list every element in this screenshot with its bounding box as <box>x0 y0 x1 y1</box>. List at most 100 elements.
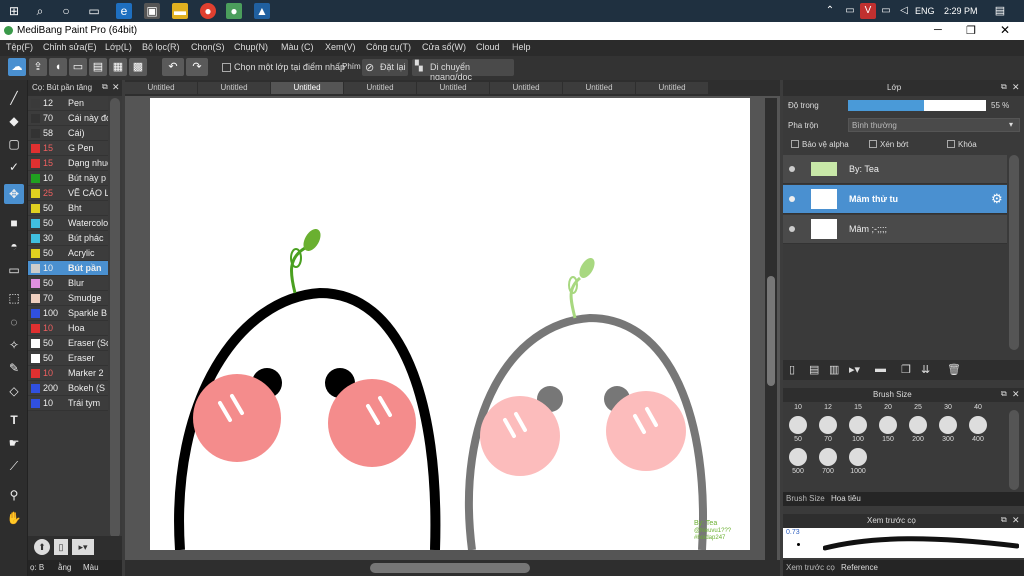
brush-tool-icon[interactable]: ╱ <box>4 88 24 108</box>
menu-tools[interactable]: Công cụ(T) <box>366 42 411 52</box>
close-button[interactable]: ✕ <box>1000 23 1010 37</box>
document-tab[interactable]: Untitled <box>636 82 708 94</box>
document-tab-active[interactable]: Untitled <box>271 82 343 94</box>
move-tool-icon[interactable]: ✥ <box>4 184 24 204</box>
brush-size-preset[interactable] <box>789 416 807 434</box>
brush-item[interactable]: 70 Cái này đó <box>28 111 108 126</box>
store-icon[interactable]: ▣ <box>144 3 160 19</box>
horizontal-scroll-thumb[interactable] <box>370 563 530 573</box>
brush-size-preset[interactable] <box>879 416 897 434</box>
text-tool-icon[interactable]: T <box>4 410 24 430</box>
brush-item[interactable]: 50 Eraser (Sc <box>28 336 108 351</box>
volume-icon[interactable]: ◁ <box>896 3 912 19</box>
brush-size-label[interactable]: 40 <box>963 404 993 411</box>
brush-size-label[interactable]: 10 <box>783 404 813 411</box>
panel-close-icon[interactable]: ✕ <box>1012 82 1020 93</box>
eyedropper-icon[interactable]: ⚲ <box>4 485 24 505</box>
tab-brush-preview[interactable]: Xem trước cọ <box>786 563 835 572</box>
duplicate-layer-icon[interactable]: ❐ <box>901 363 911 376</box>
mosaic-icon[interactable]: ▩ <box>129 58 147 76</box>
chrome-icon[interactable]: ● <box>200 3 216 19</box>
brush-item[interactable]: 100 Sparkle B <box>28 306 108 321</box>
brush-item[interactable]: 15 Dạng nhuộm <box>28 156 108 171</box>
brush-item[interactable]: 58 Cái) <box>28 126 108 141</box>
visibility-icon[interactable] <box>789 226 795 232</box>
panel-close-icon[interactable]: ✕ <box>1012 515 1020 526</box>
brush-size-preset[interactable] <box>819 416 837 434</box>
fill-rect-tool-icon[interactable]: ■ <box>4 213 24 233</box>
minimize-button[interactable]: ─ <box>934 24 942 36</box>
document-icon[interactable]: ▤ <box>89 58 107 76</box>
brush-size-preset[interactable] <box>849 448 867 466</box>
select-layer-checkbox[interactable] <box>222 63 231 72</box>
undo-button[interactable]: ↶ <box>162 58 184 76</box>
brush-item[interactable]: 12 Pen <box>28 96 108 111</box>
brush-item[interactable]: 30 Bút phác <box>28 231 108 246</box>
gear-icon[interactable]: ⚙ <box>991 191 1003 207</box>
menu-color[interactable]: Màu (C) <box>281 42 314 52</box>
blend-mode-select[interactable]: Bình thường ▾ <box>848 118 1020 132</box>
layer-options-icon[interactable]: ▸▾ <box>849 363 860 376</box>
tab-material[interactable]: ằng <box>58 563 71 572</box>
protect-alpha-checkbox[interactable] <box>791 140 799 148</box>
brush-item[interactable]: 10 Trái tym <box>28 396 108 411</box>
brush-size-preset[interactable] <box>789 448 807 466</box>
document-tab[interactable]: Untitled <box>198 82 270 94</box>
brush-item[interactable]: 50 Eraser <box>28 351 108 366</box>
menu-select[interactable]: Chọn(S) <box>191 42 225 52</box>
new-halftone-layer-icon[interactable]: ▤ <box>809 363 819 376</box>
brush-item[interactable]: 25 VẼ CÁO L <box>28 186 108 201</box>
reset-button[interactable]: ⊘ Đặt lại <box>362 59 408 76</box>
panel-close-icon[interactable]: ✕ <box>1012 389 1020 400</box>
menu-edit[interactable]: Chỉnh sửa(E) <box>43 42 97 52</box>
windows-start-icon[interactable]: ⊞ <box>6 3 22 19</box>
brush-item[interactable]: 70 Smudge <box>28 291 108 306</box>
magic-wand-icon[interactable]: ✧ <box>4 335 24 355</box>
delete-layer-icon[interactable]: 🗑 <box>947 363 961 376</box>
brush-size-preset[interactable] <box>909 416 927 434</box>
brush-size-label[interactable]: 15 <box>843 404 873 411</box>
clock[interactable]: 2:29 PM <box>944 6 978 16</box>
new-1bit-layer-icon[interactable]: ▥ <box>829 363 839 376</box>
panel-popout-icon[interactable]: ⧉ <box>1001 515 1007 525</box>
layer-row-selected[interactable]: Mâm thử tu ⚙ <box>783 185 1007 214</box>
new-brush-icon[interactable]: ▯ <box>54 539 68 555</box>
brush-size-label[interactable]: 20 <box>873 404 903 411</box>
brush-item[interactable]: 50 Acrylic <box>28 246 108 261</box>
panel-popout-icon[interactable]: ⧉ <box>102 82 108 92</box>
eraser-tool-icon[interactable]: ◆ <box>4 111 24 131</box>
menu-file[interactable]: Tệp(F) <box>6 42 33 52</box>
document-tab[interactable]: Untitled <box>344 82 416 94</box>
menu-window[interactable]: Cửa sổ(W) <box>422 42 466 52</box>
redo-button[interactable]: ↷ <box>186 58 208 76</box>
brush-scrollbar[interactable] <box>110 98 120 538</box>
bucket-tool-icon[interactable]: ◓ <box>4 236 24 256</box>
tab-reference[interactable]: Reference <box>841 563 878 572</box>
brush-item[interactable]: 10 Bút này p <box>28 171 108 186</box>
panel-close-icon[interactable]: ✕ <box>112 82 120 93</box>
visibility-icon[interactable] <box>789 196 795 202</box>
search-icon[interactable]: ⌕ <box>32 3 48 19</box>
panel-popout-icon[interactable]: ⧉ <box>1001 82 1007 92</box>
chat-icon[interactable]: ▭ <box>69 58 87 76</box>
folder-icon[interactable]: ▬ <box>875 363 886 375</box>
clip-checkbox[interactable] <box>869 140 877 148</box>
gradient-tool-icon[interactable]: ▭ <box>4 260 24 280</box>
brush-item[interactable]: 50 Watercolor <box>28 216 108 231</box>
panel-popout-icon[interactable]: ⧉ <box>1001 389 1007 399</box>
layer-row[interactable]: Mâm ;-;;;; <box>783 215 1007 244</box>
task-view-icon[interactable]: ▭ <box>86 3 102 19</box>
document-tab[interactable]: Untitled <box>125 82 197 94</box>
grid-icon[interactable]: ▦ <box>109 58 127 76</box>
brush-size-preset[interactable] <box>939 416 957 434</box>
document-tab[interactable]: Untitled <box>417 82 489 94</box>
tab-brush-size[interactable]: Brush Size <box>786 494 825 503</box>
tab-color[interactable]: Màu <box>83 563 99 572</box>
document-tab[interactable]: Untitled <box>490 82 562 94</box>
tab-navigator[interactable]: Hoa tiêu <box>831 494 861 503</box>
visibility-icon[interactable] <box>789 166 795 172</box>
shape-tool-icon[interactable]: ▢ <box>4 134 24 154</box>
language-indicator[interactable]: ENG <box>915 6 935 16</box>
brush-options-icon[interactable]: ▸▾ <box>72 539 94 555</box>
menu-cloud[interactable]: Cloud <box>476 42 500 52</box>
